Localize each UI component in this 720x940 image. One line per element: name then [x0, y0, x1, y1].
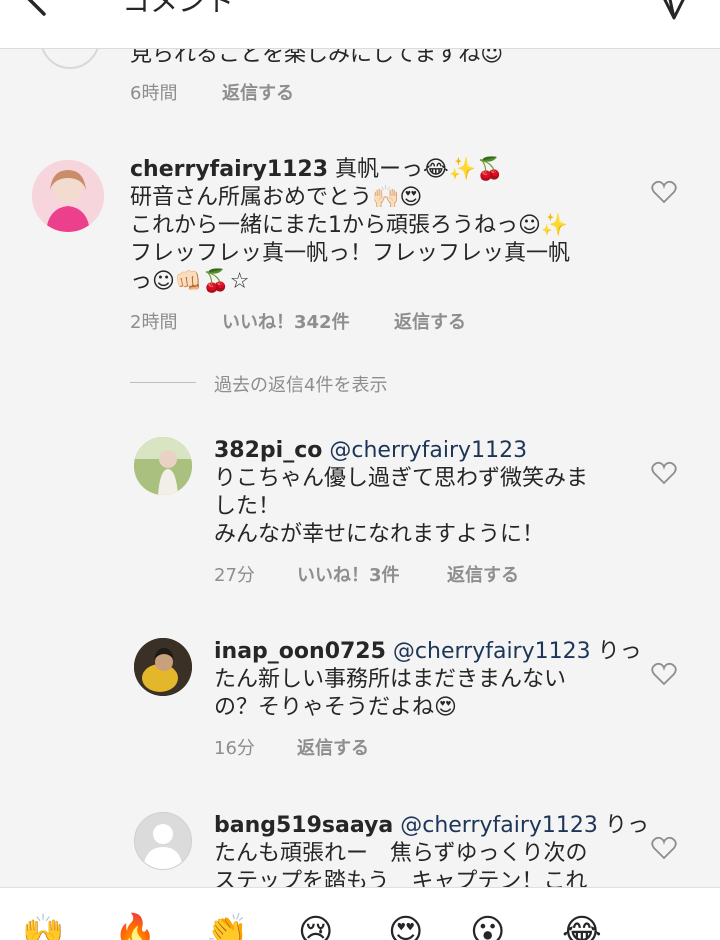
- page-title: コメント: [122, 0, 235, 18]
- reply-button[interactable]: 返信する: [447, 561, 519, 587]
- avatar[interactable]: [32, 160, 104, 232]
- mention-link[interactable]: @cherryfairy1123: [329, 438, 527, 463]
- comment-text: 見られることを楽しみにしてますね☺: [130, 49, 504, 67]
- heart-icon[interactable]: [651, 461, 677, 485]
- divider: [130, 382, 196, 383]
- comment-time: 6時間: [130, 83, 178, 104]
- avatar-photo-icon: [134, 638, 192, 696]
- comment-text: っ☺👊🏻🍒☆: [130, 269, 250, 294]
- reply-username[interactable]: bang519saaya: [214, 813, 393, 838]
- send-icon[interactable]: [652, 0, 696, 22]
- comment-text: フレッフレッ真一帆っ！フレッフレッ真一帆: [130, 241, 571, 266]
- reply-text: みんなが幸せになれますように！: [214, 522, 545, 547]
- reply-text: たんも頑張れー 焦らずゆっくり次の: [214, 841, 588, 866]
- view-replies-link[interactable]: 過去の返信4件を表示: [214, 371, 387, 397]
- avatar-photo-icon: [32, 160, 104, 232]
- fire-emoji-icon[interactable]: 🔥: [114, 912, 156, 940]
- laughing-emoji-icon[interactable]: 😂: [562, 912, 602, 940]
- crying-emoji-icon[interactable]: 😢: [298, 912, 333, 940]
- comment-time: 2時間: [130, 312, 178, 333]
- reply-button[interactable]: 返信する: [394, 308, 466, 334]
- avatar[interactable]: [40, 49, 100, 69]
- avatar-photo-icon: [134, 437, 192, 495]
- comment-text: これから一緒にまた1から頑張ろうねっ☺✨: [130, 213, 569, 238]
- likes-count[interactable]: いいね！3件: [297, 561, 400, 587]
- reply-username[interactable]: inap_oon0725: [214, 639, 386, 664]
- comment-text: 研音さん所属おめでとう🙌🏻😍: [130, 185, 423, 210]
- avatar[interactable]: [134, 638, 192, 696]
- comment-text: cherryfairy1123 真帆ーっ😂✨🍒: [130, 157, 504, 182]
- likes-count[interactable]: いいね！342件: [222, 308, 350, 334]
- heart-icon[interactable]: [651, 662, 677, 686]
- heart-icon[interactable]: [651, 180, 677, 204]
- avatar[interactable]: [134, 812, 192, 870]
- reply-text: ステップを踏もう キャプテン！これ: [214, 869, 588, 887]
- default-avatar-icon: [135, 813, 191, 869]
- arrow-left-icon[interactable]: [22, 0, 76, 20]
- emoji-bar: 🙌 🔥 👏 😢 😍 😮 😂: [0, 887, 720, 940]
- reply-username[interactable]: 382pi_co: [214, 438, 322, 463]
- raised-hands-emoji-icon[interactable]: 🙌: [22, 912, 64, 940]
- app-header: コメント: [0, 0, 720, 49]
- reply-time: 16分: [214, 738, 255, 759]
- mention-link[interactable]: @cherryfairy1123: [400, 813, 598, 838]
- reply-time: 27分: [214, 565, 255, 586]
- reply-text: りこちゃん優し過ぎて思わず微笑みま: [214, 466, 589, 491]
- heart-icon[interactable]: [651, 836, 677, 860]
- reply-button[interactable]: 返信する: [222, 79, 294, 105]
- comment-username[interactable]: cherryfairy1123: [130, 157, 328, 182]
- mention-link[interactable]: @cherryfairy1123: [393, 639, 591, 664]
- reply-text: inap_oon0725 @cherryfairy1123 りっ: [214, 639, 642, 664]
- avatar[interactable]: [134, 437, 192, 495]
- clapping-emoji-icon[interactable]: 👏: [206, 912, 248, 940]
- reply-button[interactable]: 返信する: [297, 734, 369, 760]
- reply-text: たん新しい事務所はまだきまんない: [214, 667, 567, 692]
- surprised-emoji-icon[interactable]: 😮: [470, 912, 505, 940]
- reply-text: した！: [214, 494, 281, 519]
- reply-text: bang519saaya @cherryfairy1123 りっ: [214, 813, 649, 838]
- heart-eyes-emoji-icon[interactable]: 😍: [388, 912, 423, 940]
- reply-text: の？そりゃそうだよね😍: [214, 695, 457, 720]
- comments-list[interactable]: 見られることを楽しみにしてますね☺ 6時間 返信する cherryfairy11…: [0, 49, 720, 887]
- reply-text: 382pi_co @cherryfairy1123: [214, 437, 527, 464]
